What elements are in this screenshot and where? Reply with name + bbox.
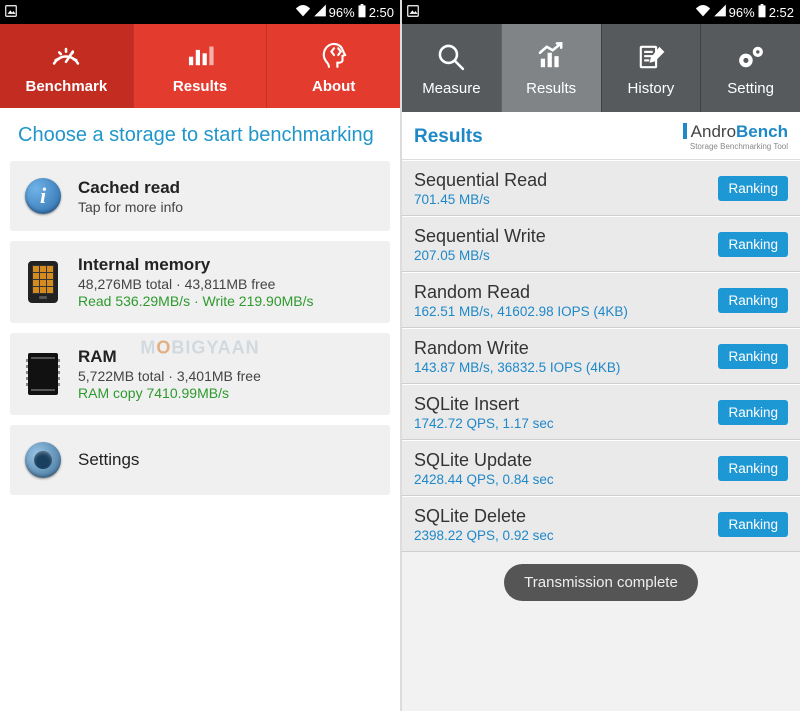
tab-setting[interactable]: Setting	[700, 24, 800, 112]
picture-icon	[406, 4, 420, 21]
ranking-button[interactable]: Ranking	[718, 456, 788, 481]
card-title: RAM	[78, 347, 378, 367]
card-sub: 5,722MB total · 3,401MB free	[78, 368, 378, 384]
tab-label: Results	[173, 78, 227, 95]
row-value: 1742.72 QPS, 1.17 sec	[414, 416, 718, 431]
ranking-button[interactable]: Ranking	[718, 512, 788, 537]
results-header: Results AndroBench Storage Benchmarking …	[402, 112, 800, 160]
row-sqlite-insert[interactable]: SQLite Insert1742.72 QPS, 1.17 sec Ranki…	[402, 384, 800, 440]
status-bar: 96% 2:52	[402, 0, 800, 24]
card-result: Read 536.29MB/s · Write 219.90MB/s	[78, 293, 378, 309]
ram-chip-icon	[28, 353, 58, 395]
top-tabs: Benchmark Results About	[0, 24, 400, 108]
ranking-button[interactable]: Ranking	[718, 400, 788, 425]
page-title: Choose a storage to start benchmarking	[0, 108, 400, 161]
cell-signal-icon	[713, 4, 727, 20]
chart-icon	[534, 40, 568, 74]
battery-pct: 96%	[329, 5, 355, 20]
ranking-button[interactable]: Ranking	[718, 344, 788, 369]
status-bar: 96% 2:50	[0, 0, 400, 24]
left-phone: 96% 2:50 Benchmark Results Ab	[0, 0, 400, 711]
tab-label: Measure	[422, 80, 480, 97]
card-title: Cached read	[78, 178, 378, 198]
battery-pct: 96%	[729, 5, 755, 20]
tab-measure[interactable]: Measure	[402, 24, 501, 112]
card-result: RAM copy 7410.99MB/s	[78, 385, 378, 401]
gauge-icon	[49, 38, 83, 72]
card-ram[interactable]: RAM 5,722MB total · 3,401MB free RAM cop…	[10, 333, 390, 415]
clock: 2:52	[769, 5, 794, 20]
row-title: SQLite Insert	[414, 394, 718, 415]
right-phone: 96% 2:52 Measure Results History	[400, 0, 800, 711]
row-value: 143.87 MB/s, 36832.5 IOPS (4KB)	[414, 360, 718, 375]
row-sqlite-delete[interactable]: SQLite Delete2398.22 QPS, 0.92 sec Ranki…	[402, 496, 800, 552]
phone-icon	[28, 261, 58, 303]
card-title: Settings	[78, 450, 378, 470]
wifi-icon	[295, 4, 311, 20]
ranking-button[interactable]: Ranking	[718, 176, 788, 201]
ranking-button[interactable]: Ranking	[718, 232, 788, 257]
head-code-icon	[317, 38, 351, 72]
results-list: Sequential Read701.45 MB/s Ranking Seque…	[402, 160, 800, 711]
gears-icon	[734, 40, 768, 74]
row-value: 207.05 MB/s	[414, 248, 718, 263]
tab-label: Results	[526, 80, 576, 97]
ranking-button[interactable]: Ranking	[718, 288, 788, 313]
tab-history[interactable]: History	[601, 24, 701, 112]
row-value: 701.45 MB/s	[414, 192, 718, 207]
tab-label: Benchmark	[25, 78, 107, 95]
row-title: Random Write	[414, 338, 718, 359]
row-title: Random Read	[414, 282, 718, 303]
card-internal-memory[interactable]: Internal memory 48,276MB total · 43,811M…	[10, 241, 390, 323]
row-random-write[interactable]: Random Write143.87 MB/s, 36832.5 IOPS (4…	[402, 328, 800, 384]
card-settings[interactable]: Settings	[10, 425, 390, 495]
battery-icon	[757, 4, 767, 21]
wifi-icon	[695, 4, 711, 20]
tab-label: History	[628, 80, 675, 97]
battery-icon	[357, 4, 367, 21]
clock: 2:50	[369, 5, 394, 20]
top-tabs: Measure Results History Setting	[402, 24, 800, 112]
tab-label: Setting	[727, 80, 774, 97]
tab-results[interactable]: Results	[501, 24, 601, 112]
row-random-read[interactable]: Random Read162.51 MB/s, 41602.98 IOPS (4…	[402, 272, 800, 328]
section-title: Results	[414, 126, 483, 148]
tab-results[interactable]: Results	[133, 24, 267, 108]
row-sequential-write[interactable]: Sequential Write207.05 MB/s Ranking	[402, 216, 800, 272]
tab-label: About	[312, 78, 355, 95]
tab-benchmark[interactable]: Benchmark	[0, 24, 133, 108]
androbench-logo: AndroBench Storage Benchmarking Tool	[683, 122, 788, 151]
row-value: 2398.22 QPS, 0.92 sec	[414, 528, 718, 543]
row-title: SQLite Update	[414, 450, 718, 471]
row-sequential-read[interactable]: Sequential Read701.45 MB/s Ranking	[402, 160, 800, 216]
card-sub: 48,276MB total · 43,811MB free	[78, 276, 378, 292]
card-cached-read[interactable]: i Cached read Tap for more info	[10, 161, 390, 231]
row-value: 162.51 MB/s, 41602.98 IOPS (4KB)	[414, 304, 718, 319]
cell-signal-icon	[313, 4, 327, 20]
picture-icon	[4, 4, 18, 21]
row-sqlite-update[interactable]: SQLite Update2428.44 QPS, 0.84 sec Ranki…	[402, 440, 800, 496]
row-title: Sequential Read	[414, 170, 718, 191]
bars-icon	[183, 38, 217, 72]
info-icon: i	[25, 178, 61, 214]
toast-message: Transmission complete	[504, 564, 698, 601]
row-value: 2428.44 QPS, 0.84 sec	[414, 472, 718, 487]
note-icon	[634, 40, 668, 74]
magnifier-icon	[434, 40, 468, 74]
card-sub: Tap for more info	[78, 199, 378, 215]
row-title: SQLite Delete	[414, 506, 718, 527]
gear-icon	[25, 442, 61, 478]
row-title: Sequential Write	[414, 226, 718, 247]
card-title: Internal memory	[78, 255, 378, 275]
tab-about[interactable]: About	[266, 24, 400, 108]
